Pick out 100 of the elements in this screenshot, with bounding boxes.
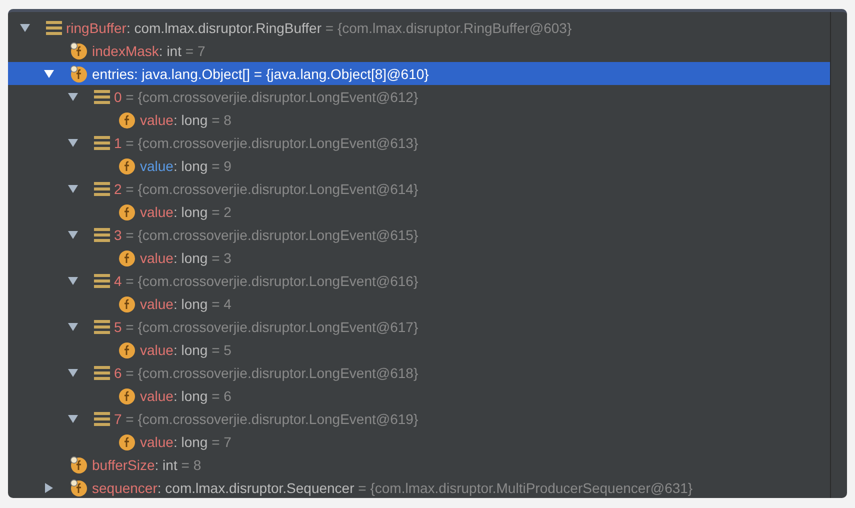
variable-name: value xyxy=(140,112,174,128)
variable-name: 1 xyxy=(114,134,122,150)
list-icon xyxy=(94,90,110,104)
variable-name: value xyxy=(140,158,174,174)
variable-name: indexMask xyxy=(92,42,159,58)
tree-row[interactable]: bufferSize: int = 8 xyxy=(8,453,830,476)
list-icon xyxy=(94,136,110,150)
variable-name: value xyxy=(140,204,174,220)
tree-row[interactable]: entries: java.lang.Object[] = {java.lang.Object[8]@610} xyxy=(8,62,830,85)
tree-row[interactable]: sequencer: com.lmax.disruptor.Sequencer = {com.lmax.disruptor.MultiProducerSequencer@631} xyxy=(8,476,830,498)
tree-row[interactable]: value: long = 5 xyxy=(8,338,830,361)
variable-name: value xyxy=(140,296,174,312)
expanded-arrow-icon[interactable] xyxy=(68,138,78,148)
variable-value: = {com.lmax.disruptor.MultiProducerSequencer@631} xyxy=(357,480,693,496)
variable-type: : long xyxy=(173,204,208,220)
tree-row[interactable]: 5 = {com.crossoverjie.disruptor.LongEvent@617} xyxy=(8,315,830,338)
variable-value: = 5 xyxy=(210,342,232,358)
final-field-icon xyxy=(70,64,88,82)
tree-row[interactable]: 0 = {com.crossoverjie.disruptor.LongEvent@612} xyxy=(8,85,830,108)
tree-row[interactable]: 6 = {com.crossoverjie.disruptor.LongEvent@618} xyxy=(8,361,830,384)
variable-name: value xyxy=(140,434,174,450)
tree-row[interactable]: value: long = 4 xyxy=(8,292,830,315)
variable-type: : com.lmax.disruptor.RingBuffer xyxy=(126,20,322,36)
tree-row[interactable]: 1 = {com.crossoverjie.disruptor.LongEvent@613} xyxy=(8,131,830,154)
variable-type: : java.lang.Object[] xyxy=(134,66,250,82)
expanded-arrow-icon[interactable] xyxy=(44,68,54,78)
tree-row[interactable]: value: long = 6 xyxy=(8,384,830,407)
tree-row[interactable]: 3 = {com.crossoverjie.disruptor.LongEvent@615} xyxy=(8,223,830,246)
variable-name: bufferSize xyxy=(92,456,155,472)
field-icon xyxy=(118,248,136,266)
tree-row[interactable]: value: long = 7 xyxy=(8,430,830,453)
variable-value: = 7 xyxy=(210,434,232,450)
variable-value: = 2 xyxy=(210,204,232,220)
variable-value: = {com.crossoverjie.disruptor.LongEvent@615} xyxy=(124,226,418,242)
list-icon xyxy=(94,182,110,196)
tree-row[interactable]: ringBuffer: com.lmax.disruptor.RingBuffer = {com.lmax.disruptor.RingBuffer@603} xyxy=(8,16,830,39)
expanded-arrow-icon[interactable] xyxy=(68,322,78,332)
variable-type: : long xyxy=(173,342,208,358)
variable-name: 4 xyxy=(114,272,122,288)
field-icon xyxy=(118,340,136,358)
variable-value: = {java.lang.Object[8]@610} xyxy=(252,66,429,82)
variable-name: ringBuffer xyxy=(66,20,126,36)
variable-name: 6 xyxy=(114,364,122,380)
variable-value: = {com.crossoverjie.disruptor.LongEvent@617} xyxy=(124,318,418,334)
field-icon xyxy=(118,156,136,174)
tree-row[interactable]: 4 = {com.crossoverjie.disruptor.LongEvent@616} xyxy=(8,269,830,292)
tree-row[interactable]: value: long = 9 xyxy=(8,154,830,177)
variable-value: = {com.crossoverjie.disruptor.LongEvent@616} xyxy=(124,272,418,288)
field-icon xyxy=(118,110,136,128)
variable-name: value xyxy=(140,342,174,358)
list-icon xyxy=(46,20,62,34)
variable-value: = {com.crossoverjie.disruptor.LongEvent@613} xyxy=(124,134,418,150)
list-icon xyxy=(94,274,110,288)
collapsed-arrow-icon[interactable] xyxy=(44,482,54,492)
variable-type: : long xyxy=(173,434,208,450)
expanded-arrow-icon[interactable] xyxy=(68,414,78,424)
expanded-arrow-icon[interactable] xyxy=(20,22,30,32)
expanded-arrow-icon[interactable] xyxy=(68,276,78,286)
variable-type: : long xyxy=(173,388,208,404)
variable-value: = 9 xyxy=(210,158,232,174)
tree-row[interactable]: 2 = {com.crossoverjie.disruptor.LongEvent@614} xyxy=(8,177,830,200)
variable-value: = 4 xyxy=(210,296,232,312)
list-icon xyxy=(94,366,110,380)
expanded-arrow-icon[interactable] xyxy=(68,368,78,378)
variable-type: : int xyxy=(154,456,178,472)
tree-row[interactable]: 7 = {com.crossoverjie.disruptor.LongEvent@619} xyxy=(8,407,830,430)
final-field-icon xyxy=(70,42,88,60)
variable-type: : long xyxy=(173,112,208,128)
variable-value: = 6 xyxy=(210,388,232,404)
list-icon xyxy=(94,228,110,242)
expanded-arrow-icon[interactable] xyxy=(68,230,78,240)
field-icon xyxy=(118,432,136,450)
variable-value: = 7 xyxy=(184,42,206,58)
variable-value: = {com.crossoverjie.disruptor.LongEvent@612} xyxy=(124,88,418,104)
final-field-icon xyxy=(70,456,88,474)
variable-value: = {com.crossoverjie.disruptor.LongEvent@618} xyxy=(124,364,418,380)
list-icon xyxy=(94,320,110,334)
variable-name: 3 xyxy=(114,226,122,242)
variable-name: value xyxy=(140,250,174,266)
variable-type: : long xyxy=(173,250,208,266)
variable-name: sequencer xyxy=(92,480,158,496)
expanded-arrow-icon[interactable] xyxy=(68,184,78,194)
variable-name: 2 xyxy=(114,180,122,196)
variable-name: 7 xyxy=(114,410,122,426)
tree-row[interactable]: value: long = 8 xyxy=(8,108,830,131)
variable-value: = {com.crossoverjie.disruptor.LongEvent@614} xyxy=(124,180,418,196)
field-icon xyxy=(118,294,136,312)
expanded-arrow-icon[interactable] xyxy=(68,92,78,102)
tree-row[interactable]: value: long = 2 xyxy=(8,200,830,223)
variable-value: = {com.lmax.disruptor.RingBuffer@603} xyxy=(324,20,572,36)
tree-row[interactable]: value: long = 3 xyxy=(8,246,830,269)
variable-name: entries xyxy=(92,66,134,82)
tree-row[interactable]: indexMask: int = 7 xyxy=(8,39,830,62)
variable-value: = 8 xyxy=(180,456,202,472)
variable-name: 5 xyxy=(114,318,122,334)
variable-name: value xyxy=(140,388,174,404)
variable-value: = {com.crossoverjie.disruptor.LongEvent@619} xyxy=(124,410,418,426)
variable-type: : long xyxy=(173,296,208,312)
variable-type: : com.lmax.disruptor.Sequencer xyxy=(157,480,354,496)
final-field-icon xyxy=(70,478,88,496)
